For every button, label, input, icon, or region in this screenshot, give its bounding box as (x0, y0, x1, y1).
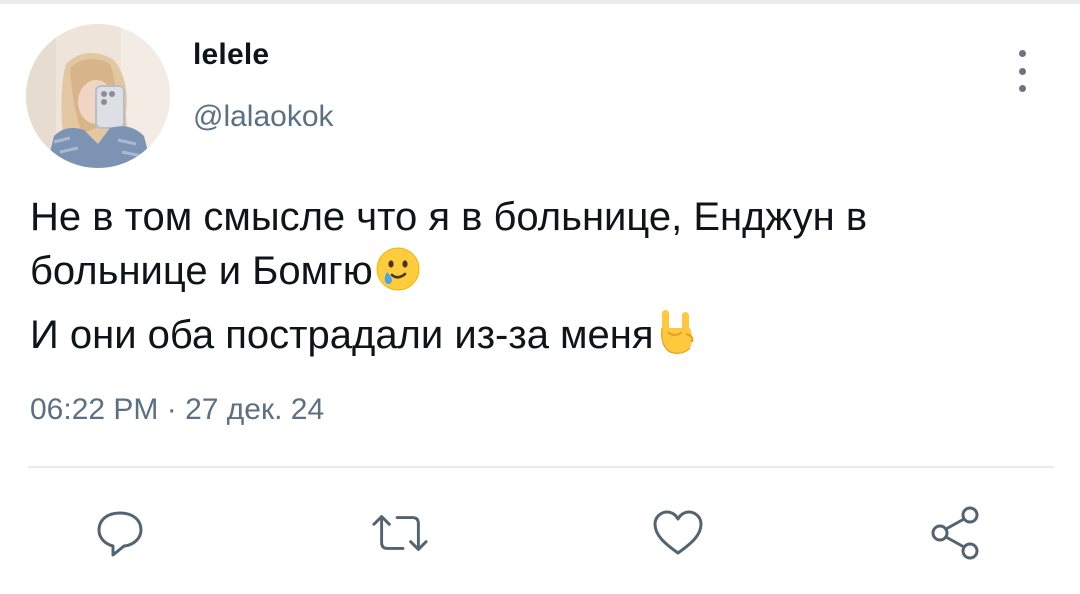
share-icon (931, 506, 979, 560)
more-vertical-icon (1018, 50, 1026, 57)
tweet-line-2-text: больнице и Бомгю (30, 249, 373, 293)
tweet-line-2: больнице и Бомгю (30, 244, 1050, 306)
avatar[interactable] (26, 24, 170, 168)
tweet-text: Не в том смысле что я в больнице, Енджун… (30, 190, 1050, 370)
tweet-line-3-text: И они оба пострадали из-за меня (30, 313, 654, 357)
share-button[interactable] (926, 505, 986, 561)
reply-button[interactable] (90, 505, 150, 561)
reply-icon (97, 511, 143, 557)
display-name[interactable]: lelele (193, 38, 269, 72)
top-divider (0, 0, 1080, 4)
like-button[interactable] (648, 505, 708, 561)
retweet-icon (372, 515, 428, 551)
smiling-face-with-tear-icon (375, 246, 421, 306)
heart-icon (653, 510, 703, 555)
more-options-button[interactable] (1004, 50, 1040, 92)
retweet-button[interactable] (370, 505, 430, 561)
tweet-line-3: И они оба пострадали из-за меня (30, 306, 1050, 370)
avatar-photo (26, 24, 170, 168)
tweet-line-1: Не в том смысле что я в больнице, Енджун… (30, 195, 868, 239)
sign-of-the-horns-icon (656, 306, 698, 370)
user-handle[interactable]: @lalaokok (193, 100, 334, 134)
tweet-timestamp: 06:22 PM · 27 дек. 24 (30, 393, 325, 426)
actions-divider (28, 466, 1054, 468)
